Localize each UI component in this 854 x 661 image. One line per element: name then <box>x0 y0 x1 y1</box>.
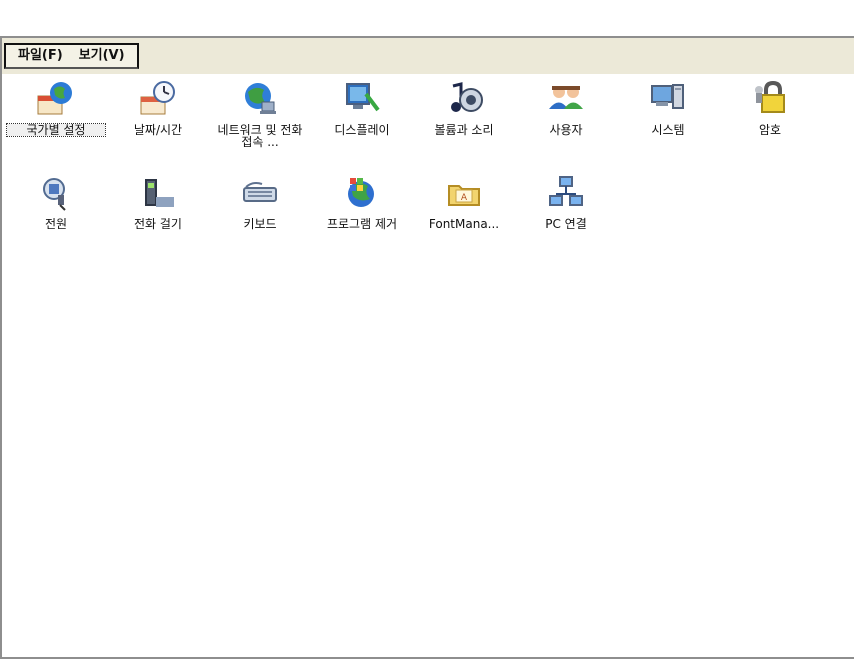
system-computer-icon <box>651 84 684 109</box>
item-regional-settings[interactable]: 국가별 설정 <box>4 78 108 137</box>
icon-label: 국가별 설정 <box>6 123 106 137</box>
globe-calendar-icon <box>37 82 72 115</box>
icon-label: 키보드 <box>243 217 277 231</box>
icon-label: 네트워크 및 전화 접속 ... <box>217 123 303 149</box>
item-system[interactable]: 시스템 <box>616 78 720 136</box>
font-folder-icon: A <box>448 185 480 206</box>
icon-label: 암호 <box>758 123 782 137</box>
icon-label: 전화 걸기 <box>134 217 182 231</box>
item-phone-dialing[interactable]: 전화 걸기 <box>106 172 210 230</box>
icon-label: 프로그램 제거 <box>326 217 398 231</box>
keyboard-icon <box>243 182 277 202</box>
item-users[interactable]: 사용자 <box>514 78 618 136</box>
icon-label: PC 연결 <box>545 217 587 231</box>
menu-group: 파일(F) 보기(V) <box>4 43 139 69</box>
menu-bar: 파일(F) 보기(V) <box>2 38 854 74</box>
item-fontmana[interactable]: A FontMana... <box>412 172 516 230</box>
item-power[interactable]: 전원 <box>4 172 108 230</box>
icon-label: 사용자 <box>549 123 583 137</box>
icon-label: 전원 <box>44 217 68 231</box>
phone-icon <box>145 179 174 207</box>
item-volume-sound[interactable]: 볼륨과 소리 <box>412 78 516 136</box>
icon-view: 국가별 설정 날짜/시간 네트워크 및 전화 접속 ... 디스플레이 볼륨과 … <box>2 74 854 657</box>
display-icon <box>346 83 380 112</box>
network-globe-icon <box>245 83 276 114</box>
menu-file[interactable]: 파일(F) <box>10 46 71 66</box>
power-plug-icon <box>43 178 66 211</box>
icon-label: 디스플레이 <box>334 123 390 137</box>
icon-label: 날짜/시간 <box>133 123 183 137</box>
item-display[interactable]: 디스플레이 <box>310 78 414 136</box>
icon-label: FontMana... <box>428 217 500 231</box>
icon-label: 시스템 <box>651 123 685 137</box>
item-remove-program[interactable]: 프로그램 제거 <box>310 172 414 230</box>
remove-program-icon <box>348 178 374 207</box>
control-panel-window: 파일(F) 보기(V) 국가별 설정 날짜/시간 네트워크 및 전화 접속 ..… <box>0 36 854 659</box>
item-network[interactable]: 네트워크 및 전화 접속 ... <box>208 78 312 148</box>
item-keyboard[interactable]: 키보드 <box>208 172 312 230</box>
item-pc-connect[interactable]: PC 연결 <box>514 172 618 230</box>
password-lock-icon <box>755 80 785 113</box>
icon-label: 볼륨과 소리 <box>434 123 494 137</box>
music-speaker-icon <box>451 82 483 112</box>
users-icon <box>549 86 583 109</box>
menu-view[interactable]: 보기(V) <box>71 46 133 66</box>
clock-calendar-icon <box>140 81 175 115</box>
item-password[interactable]: 암호 <box>718 78 822 136</box>
item-date-time[interactable]: 날짜/시간 <box>106 78 210 136</box>
pc-connect-icon <box>549 176 583 206</box>
svg-text:A: A <box>461 193 468 203</box>
